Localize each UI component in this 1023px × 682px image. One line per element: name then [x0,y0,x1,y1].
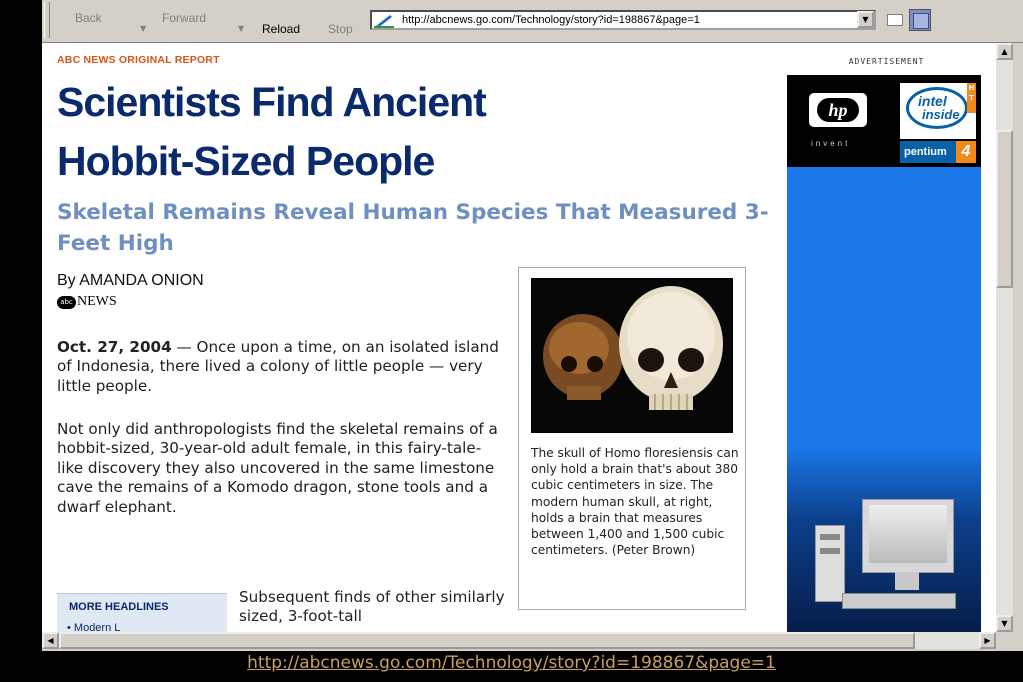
pentium-text: pentium [904,146,947,158]
horizontal-scrollbar[interactable]: ◀ ▶ [42,632,996,649]
monitor-icon [862,499,954,573]
article-paragraph: Oct. 27, 2004 — Once upon a time, on an … [57,338,507,396]
abc-logo-text: NEWS [77,294,117,309]
address-bar[interactable]: http://abcnews.go.com/Technology/story?i… [370,10,876,30]
scroll-left-icon[interactable]: ◀ [42,632,59,649]
ad-header: hp invent intel inside HT pentium 4 [787,75,981,167]
scroll-right-icon[interactable]: ▶ [979,632,996,649]
more-headlines-link[interactable]: • Modern L [67,622,120,632]
go-button[interactable] [887,14,903,26]
monitor-stand-icon [895,572,919,590]
inside-text: inside [922,107,960,122]
address-dropdown-icon[interactable]: ▼ [857,11,874,28]
article-paragraph: Not only did anthropologists find the sk… [57,420,498,516]
photo-caption: The skull of Homo floresiensis can only … [531,446,739,558]
ad-label: ADVERTISEMENT [848,57,925,66]
more-headlines-box: MORE HEADLINES • Modern L [57,593,227,632]
back-button[interactable]: Back [75,11,102,25]
article-dateline: Oct. 27, 2004 [57,338,172,356]
article-paragraph: Subsequent finds of other similarly size… [239,588,505,626]
reload-button[interactable]: Reload [262,22,300,36]
browser-window: Back ▼ Forward ▼ Reload Stop http://abcn… [42,0,1023,651]
page-content: ABC NEWS ORIGINAL REPORT Scientists Find… [42,43,996,632]
abc-news-logo[interactable]: abc NEWS [57,294,117,310]
scroll-down-icon[interactable]: ▼ [996,615,1013,632]
vertical-scrollbar[interactable]: ▲ ▼ [996,43,1013,632]
stop-button[interactable]: Stop [328,22,353,36]
pentium-number: 4 [956,141,976,163]
hp-logo-text: hp [817,98,859,122]
pentium-logo: pentium 4 [900,141,976,163]
page-icon [374,15,394,28]
article-kicker: ABC NEWS ORIGINAL REPORT [57,54,220,66]
keyboard-icon [842,593,956,609]
back-dropdown-icon[interactable]: ▼ [140,24,146,33]
throbber-icon[interactable] [909,9,931,31]
pc-tower-icon [815,525,845,602]
article-subhead: Skeletal Remains Reveal Human Species Th… [57,200,769,256]
vertical-scroll-thumb[interactable] [996,130,1013,288]
address-text[interactable]: http://abcnews.go.com/Technology/story?i… [402,14,700,26]
skulls-photo [531,278,733,433]
hp-invent-text: invent [811,139,851,148]
forward-dropdown-icon[interactable]: ▼ [238,24,244,33]
more-headlines-title: MORE HEADLINES [69,601,169,613]
hp-logo: hp [809,93,867,127]
source-url-link[interactable]: http://abcnews.go.com/Technology/story?i… [0,653,1023,673]
intel-badge-icon: HT [967,83,976,113]
abc-logo-mark: abc [57,295,76,309]
forward-button[interactable]: Forward [162,11,206,25]
article-byline[interactable]: By AMANDA ONION [57,272,204,290]
photo-box: The skull of Homo floresiensis can only … [518,267,746,610]
intel-inside-logo: intel inside HT [900,83,976,139]
toolbar-grip[interactable] [44,2,50,38]
ad-column: ADVERTISEMENT hp invent intel inside HT … [787,43,996,632]
article-headline: Scientists Find Ancient Hobbit-Sized Peo… [57,79,487,184]
scroll-up-icon[interactable]: ▲ [996,43,1013,60]
hp-intel-ad[interactable]: hp invent intel inside HT pentium 4 [787,75,981,632]
browser-toolbar: Back ▼ Forward ▼ Reload Stop http://abcn… [42,0,1023,43]
horizontal-scroll-thumb[interactable] [59,632,915,649]
